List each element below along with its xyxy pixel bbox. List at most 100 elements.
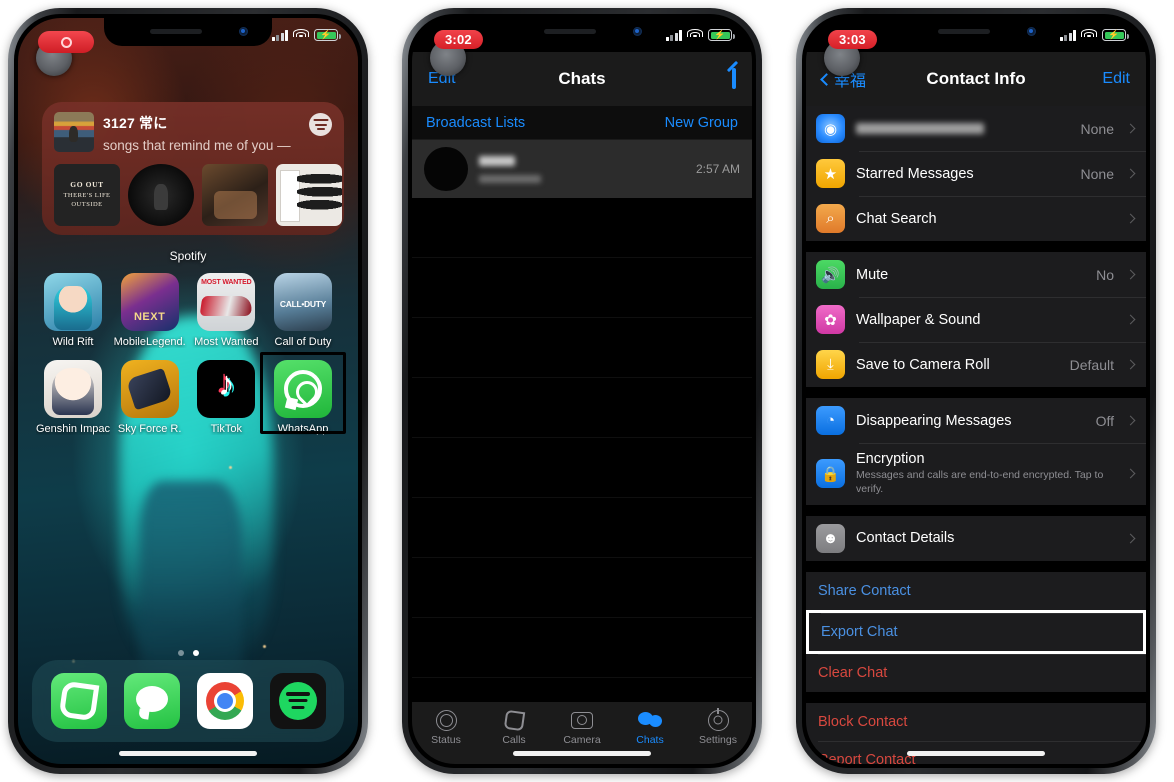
- phone-2-notch: [498, 18, 666, 46]
- spotify-icon[interactable]: [269, 673, 326, 729]
- phone-2-screen: Edit Chats Broadcast Lists New Group 2:5…: [412, 18, 752, 764]
- row-encryption[interactable]: 🔒 Encryption Messages and calls are end-…: [806, 443, 1146, 505]
- app-mobile-legends[interactable]: MobileLegend.: [113, 273, 187, 348]
- empty-row: [412, 558, 752, 618]
- need-for-speed-most-wanted-icon: [197, 273, 256, 331]
- app-wild-rift[interactable]: Wild Rift: [36, 273, 110, 348]
- app-tiktok[interactable]: TikTok: [189, 360, 263, 435]
- encryption-text: Encryption Messages and calls are end-to…: [856, 451, 1114, 497]
- home-indicator[interactable]: [119, 751, 257, 756]
- row-subtitle: Messages and calls are end-to-end encryp…: [856, 469, 1104, 495]
- whatsapp-chats-app: Edit Chats Broadcast Lists New Group 2:5…: [412, 18, 752, 764]
- share-contact-button[interactable]: Share Contact: [806, 572, 1146, 610]
- tab-chats[interactable]: Chats: [616, 708, 684, 746]
- row-label-blurred: [856, 123, 1070, 134]
- phone-3-screen: 幸福 Contact Info Edit ◉ None ★ Starred Me…: [806, 18, 1146, 764]
- chat-list-item[interactable]: 2:57 AM: [412, 140, 752, 198]
- phone-icon[interactable]: [50, 673, 107, 729]
- group-contact-details: ☻ Contact Details: [806, 515, 1146, 561]
- go-out-tile[interactable]: GO OUT THERE'S LIFE OUTSIDE: [54, 164, 120, 226]
- chevron-right-icon: [1125, 123, 1136, 134]
- tab-label: Status: [431, 734, 461, 746]
- tab-label: Settings: [699, 734, 737, 746]
- tab-camera[interactable]: Camera: [548, 708, 616, 746]
- group-chat-actions: Share Contact Export Chat Clear Chat: [806, 571, 1146, 692]
- page-dot-active: [192, 650, 199, 656]
- row-label: Encryption: [856, 451, 925, 467]
- contact-info-scroll[interactable]: ◉ None ★ Starred Messages None ⌕ Chat Se…: [806, 106, 1146, 764]
- clear-chat-button[interactable]: Clear Chat: [806, 653, 1146, 692]
- chat-timestamp: 2:57 AM: [695, 162, 740, 176]
- export-chat-button[interactable]: Export Chat: [806, 609, 1146, 654]
- edit-button[interactable]: Edit: [1102, 70, 1130, 88]
- chrome-icon[interactable]: [196, 673, 253, 729]
- row-label: Starred Messages: [856, 165, 974, 182]
- chevron-right-icon: [1125, 415, 1136, 426]
- chat-preview-blurred: [479, 174, 541, 183]
- widget-track-title: 3127 常に: [103, 115, 168, 131]
- leaf-tile[interactable]: [276, 164, 342, 226]
- earpiece-speaker: [544, 29, 596, 34]
- empty-row: [412, 198, 752, 258]
- widget-tiles: GO OUT THERE'S LIFE OUTSIDE: [54, 164, 342, 226]
- widget-subtitle: songs that remind me of you —: [103, 138, 291, 153]
- tiktok-icon: [197, 360, 256, 418]
- row-value: None: [1080, 120, 1114, 137]
- row-wallpaper-sound[interactable]: ✿ Wallpaper & Sound: [806, 297, 1146, 342]
- wallpaper-icon: ✿: [816, 305, 845, 334]
- row-save-camera-roll[interactable]: ⤓ Save to Camera Roll Default: [806, 342, 1146, 387]
- app-most-wanted[interactable]: Most Wanted: [189, 273, 263, 348]
- app-sky-force[interactable]: Sky Force R.: [113, 360, 187, 435]
- edit-button[interactable]: Edit: [428, 70, 456, 88]
- gear-icon: [684, 708, 752, 732]
- app-genshin-impact[interactable]: Genshin Impact: [36, 360, 110, 435]
- chevron-right-icon: [1125, 359, 1136, 370]
- app-whatsapp[interactable]: WhatsApp: [259, 352, 346, 435]
- concert-tile[interactable]: [128, 164, 194, 226]
- empty-row: [412, 258, 752, 318]
- page-indicator-dots[interactable]: [18, 650, 358, 656]
- tab-status[interactable]: Status: [412, 708, 480, 746]
- chat-contact-name-blurred: [479, 155, 515, 166]
- tab-settings[interactable]: Settings: [684, 708, 752, 746]
- phone-1-notch: [104, 18, 272, 46]
- phone-2-bezel: Edit Chats Broadcast Lists New Group 2:5…: [408, 14, 756, 768]
- row-chat-search[interactable]: ⌕ Chat Search: [806, 196, 1146, 241]
- page-title: Chats: [558, 69, 606, 88]
- row-disappearing-messages[interactable]: ◔ Disappearing Messages Off: [806, 398, 1146, 443]
- phone-1-screen: ⚡ 3127 常に songs that remind me of you —: [18, 18, 358, 764]
- chevron-right-icon: [1125, 213, 1136, 224]
- page-dot: [177, 650, 184, 656]
- group-media: ◉ None ★ Starred Messages None ⌕ Chat Se…: [806, 106, 1146, 241]
- row-label: Mute: [856, 266, 889, 283]
- block-contact-button[interactable]: Block Contact: [806, 703, 1146, 741]
- row-starred-messages[interactable]: ★ Starred Messages None: [806, 151, 1146, 196]
- chevron-right-icon: [1125, 269, 1136, 280]
- empty-row: [412, 378, 752, 438]
- speaker-icon: 🔊: [816, 260, 845, 289]
- spotify-widget[interactable]: 3127 常に songs that remind me of you — GO…: [42, 102, 344, 235]
- camera-icon: [548, 708, 616, 732]
- row-mute[interactable]: 🔊 Mute No: [806, 252, 1146, 297]
- row-value: Off: [1095, 412, 1114, 429]
- app-call-of-duty[interactable]: Call of Duty: [266, 273, 340, 348]
- row-media-links-docs[interactable]: ◉ None: [806, 106, 1146, 151]
- app-label: Wild Rift: [52, 336, 94, 348]
- earpiece-speaker: [150, 29, 202, 34]
- app-row-1: Wild Rift MobileLegend. Most Wanted: [36, 273, 340, 348]
- broadcast-lists-button[interactable]: Broadcast Lists: [426, 115, 525, 131]
- tab-calls[interactable]: Calls: [480, 708, 548, 746]
- widget-header: 3127 常に songs that remind me of you —: [54, 112, 332, 153]
- messages-icon[interactable]: [123, 673, 180, 729]
- crowd-tile[interactable]: [202, 164, 268, 226]
- home-indicator[interactable]: [907, 751, 1045, 756]
- compose-button[interactable]: [732, 68, 736, 89]
- media-icon: ◉: [816, 114, 845, 143]
- new-group-button[interactable]: New Group: [665, 115, 738, 131]
- home-indicator[interactable]: [513, 751, 651, 756]
- front-camera-icon: [1027, 27, 1036, 36]
- back-button[interactable]: 幸福: [820, 67, 866, 91]
- lock-icon: 🔒: [816, 459, 845, 489]
- search-icon: ⌕: [816, 204, 845, 233]
- row-contact-details[interactable]: ☻ Contact Details: [806, 516, 1146, 561]
